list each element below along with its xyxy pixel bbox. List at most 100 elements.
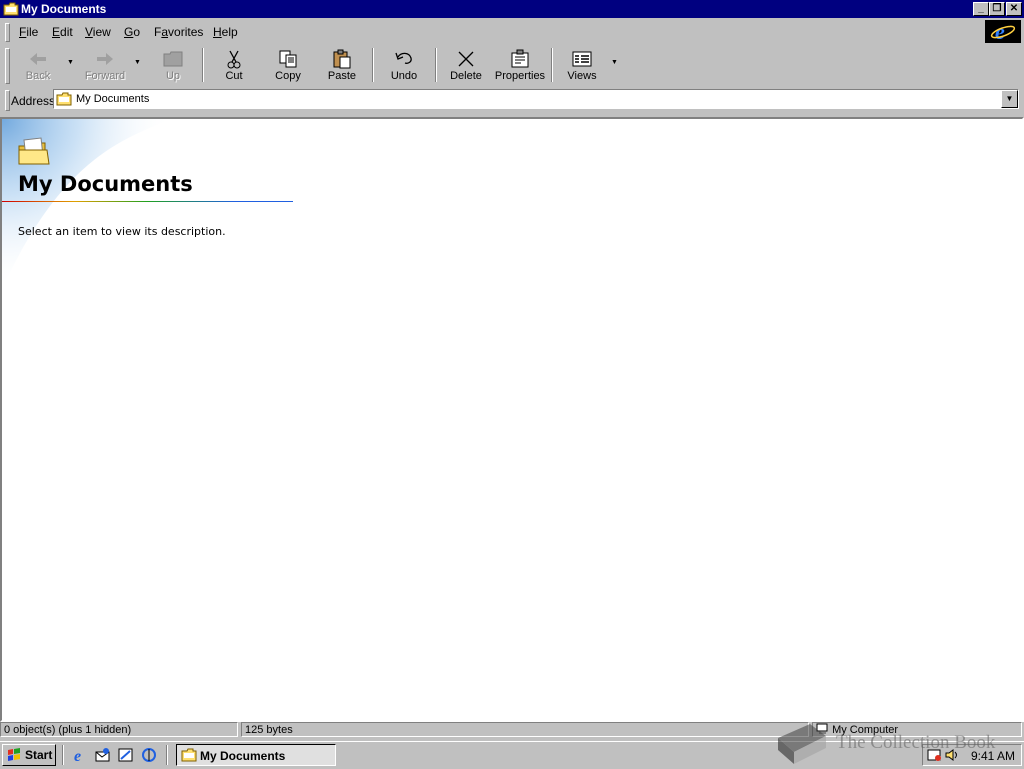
ie-quicklaunch-icon[interactable]: e bbox=[71, 746, 89, 764]
paste-button[interactable]: Paste bbox=[321, 47, 363, 83]
address-value: My Documents bbox=[76, 93, 150, 105]
title-divider bbox=[2, 201, 293, 202]
copy-icon bbox=[279, 50, 297, 68]
show-desktop-icon[interactable] bbox=[117, 746, 135, 764]
forward-button[interactable]: Forward bbox=[82, 47, 128, 83]
forward-arrow-icon bbox=[97, 53, 113, 65]
status-zone: My Computer bbox=[812, 722, 1022, 737]
address-label: Address bbox=[11, 94, 56, 108]
clock: 9:41 AM bbox=[970, 749, 1015, 763]
menu-help-label: elp bbox=[221, 25, 238, 39]
menu-go-label: o bbox=[133, 25, 141, 39]
properties-button[interactable]: Properties bbox=[494, 47, 546, 83]
paste-icon bbox=[333, 49, 351, 69]
menu-go-accel: G bbox=[124, 25, 134, 39]
quicklaunch-separator bbox=[62, 745, 64, 765]
folder-view[interactable]: My Documents Select an item to view its … bbox=[0, 117, 1024, 722]
cut-button[interactable]: Cut bbox=[214, 47, 254, 83]
window-title: My Documents bbox=[21, 2, 107, 16]
restore-button[interactable]: ❐ bbox=[989, 2, 1005, 16]
address-dropdown-button[interactable]: ▼ bbox=[1001, 90, 1018, 108]
menu-edit[interactable]: Edit bbox=[52, 25, 73, 39]
delete-x-icon bbox=[458, 51, 474, 67]
outlook-express-icon[interactable] bbox=[94, 746, 112, 764]
channels-icon[interactable] bbox=[140, 746, 158, 764]
folder-title: My Documents bbox=[18, 172, 193, 196]
status-size: 125 bytes bbox=[241, 722, 809, 737]
undo-label: Undo bbox=[390, 70, 418, 82]
undo-icon bbox=[395, 52, 412, 64]
cut-label: Cut bbox=[225, 70, 243, 82]
menu-favorites[interactable]: Favorites bbox=[154, 25, 203, 39]
menu-go[interactable]: Go bbox=[124, 25, 140, 39]
scissors-icon bbox=[227, 50, 241, 69]
windows-logo-icon bbox=[8, 748, 20, 761]
menu-bar-grip[interactable] bbox=[5, 23, 10, 42]
toolbar-grip[interactable] bbox=[5, 48, 10, 84]
menu-bar: File Edit View Go Favorites Help bbox=[0, 20, 1024, 44]
svg-text:e: e bbox=[74, 748, 81, 764]
copy-button[interactable]: Copy bbox=[268, 47, 308, 83]
menu-help[interactable]: Help bbox=[213, 25, 238, 39]
menu-edit-label: dit bbox=[60, 25, 73, 39]
menu-help-accel: H bbox=[213, 25, 222, 39]
quicklaunch-separator bbox=[166, 745, 168, 765]
menu-file[interactable]: File bbox=[19, 25, 38, 39]
back-dropdown-arrow-icon[interactable]: ▼ bbox=[67, 59, 74, 66]
back-arrow-icon bbox=[30, 53, 46, 65]
views-label: Views bbox=[567, 70, 597, 82]
toolbar-separator bbox=[435, 48, 437, 82]
menu-favorites-label: vorites bbox=[168, 25, 204, 39]
taskbar: Start e My Documents 9:41 AM bbox=[0, 741, 1024, 769]
toolbar-separator bbox=[202, 48, 204, 82]
status-bar: 0 object(s) (plus 1 hidden) 125 bytes My… bbox=[0, 721, 1024, 740]
status-objects: 0 object(s) (plus 1 hidden) bbox=[0, 722, 238, 737]
folder-icon bbox=[56, 92, 72, 106]
minimize-button[interactable]: _ bbox=[973, 2, 989, 16]
up-folder-icon bbox=[163, 51, 183, 67]
ie-throbber-icon: e bbox=[985, 19, 1021, 44]
status-zone-label: My Computer bbox=[832, 724, 899, 736]
menu-file-label: ile bbox=[26, 25, 39, 39]
properties-icon bbox=[511, 49, 529, 68]
scheduler-tray-icon[interactable] bbox=[927, 748, 943, 762]
start-button[interactable]: Start bbox=[2, 744, 56, 766]
item-description: Select an item to view its description. bbox=[18, 225, 226, 238]
standard-toolbar: Back ▼ Forward ▼ Up Cut Copy Paste Undo … bbox=[0, 45, 1024, 85]
forward-label: Forward bbox=[84, 70, 126, 82]
properties-label: Properties bbox=[494, 70, 546, 82]
back-label: Back bbox=[25, 70, 51, 82]
views-dropdown-arrow-icon[interactable]: ▼ bbox=[611, 59, 618, 66]
folder-icon bbox=[3, 2, 19, 16]
system-tray: 9:41 AM bbox=[922, 744, 1022, 766]
address-bar: Address My Documents ▼ bbox=[0, 87, 1024, 113]
up-button[interactable]: Up bbox=[155, 47, 191, 83]
menu-view-label: iew bbox=[92, 25, 111, 39]
forward-dropdown-arrow-icon[interactable]: ▼ bbox=[134, 59, 141, 66]
copy-label: Copy bbox=[275, 70, 301, 82]
menu-edit-accel: E bbox=[52, 25, 61, 39]
paste-label: Paste bbox=[327, 70, 357, 82]
address-bar-grip[interactable] bbox=[5, 90, 10, 111]
menu-view-accel: V bbox=[85, 25, 93, 39]
folder-icon bbox=[181, 748, 197, 762]
svg-text:e: e bbox=[995, 20, 1005, 43]
views-icon bbox=[572, 51, 592, 67]
computer-icon bbox=[816, 723, 828, 734]
title-bar[interactable]: My Documents _ ❐ ✕ bbox=[0, 0, 1024, 18]
back-button[interactable]: Back bbox=[17, 47, 59, 83]
menu-view[interactable]: View bbox=[85, 25, 111, 39]
volume-icon[interactable] bbox=[945, 748, 959, 762]
toolbar-separator bbox=[372, 48, 374, 82]
open-folder-icon bbox=[18, 137, 50, 165]
start-label: Start bbox=[25, 748, 53, 762]
up-label: Up bbox=[165, 70, 181, 82]
close-button[interactable]: ✕ bbox=[1006, 2, 1022, 16]
address-input[interactable]: My Documents ▼ bbox=[53, 89, 1019, 109]
delete-label: Delete bbox=[450, 70, 482, 82]
taskbar-button-my-documents[interactable]: My Documents bbox=[176, 744, 336, 766]
taskbar-button-label: My Documents bbox=[200, 749, 286, 763]
delete-button[interactable]: Delete bbox=[445, 47, 487, 83]
views-button[interactable]: Views bbox=[562, 47, 602, 83]
undo-button[interactable]: Undo bbox=[384, 47, 424, 83]
